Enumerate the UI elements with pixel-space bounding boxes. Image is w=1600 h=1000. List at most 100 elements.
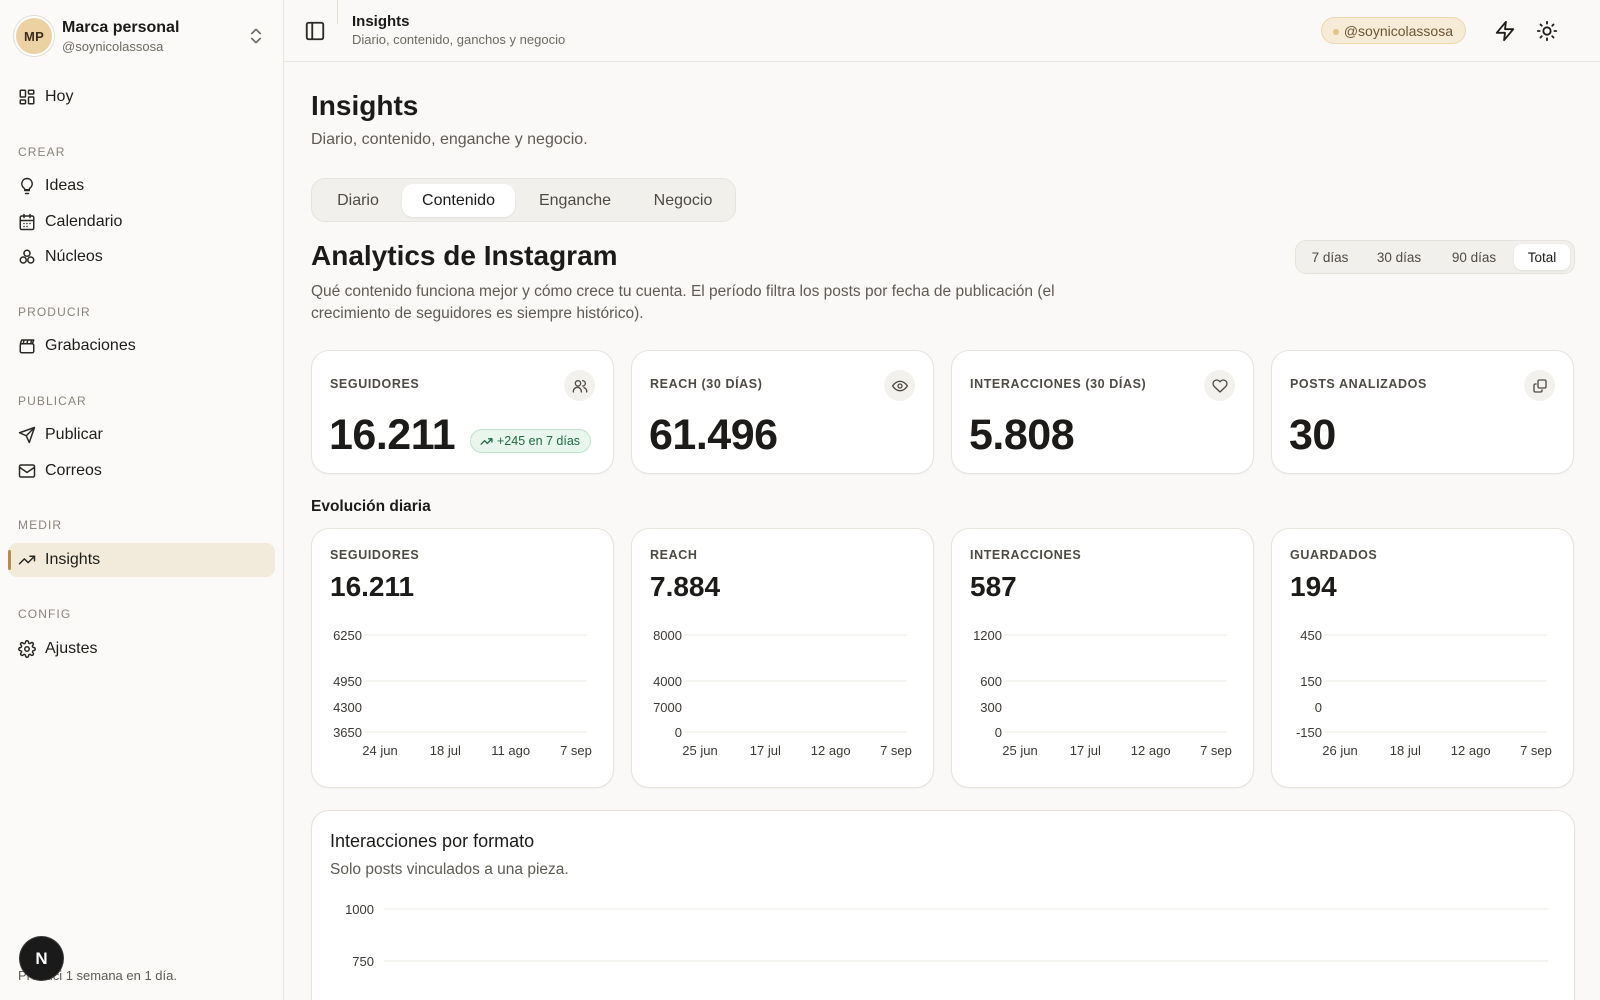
sidebar-item-ideas[interactable]: Ideas [8,169,275,203]
bar-chart-formats: 1000 750 [345,902,1548,969]
kpi-card-interacciones: INTERACCIONES (30 DÍAS) 5.808 [951,350,1254,474]
chart-card-interacciones: INTERACCIONES 587 1200 600 300 0 25 jun 17 ju… [951,528,1254,788]
sidebar-toggle-icon[interactable] [304,20,326,42]
trending-up-icon [480,438,493,445]
format-chart-subtitle: Solo posts vinculados a una pieza. [330,861,569,878]
growth-badge-text: +245 en 7 días [497,434,581,448]
sidebar-item-label: Núcleos [45,248,103,265]
y-tick-label: 4000 [653,674,682,689]
chart-card-guardados: GUARDADOS 194 450 150 0 -150 26 jun 18 jul 12 … [1271,528,1574,788]
chart-card-reach: REACH 7.884 8000 4000 7000 0 25 jun 17 jul 12 … [631,528,934,788]
brand-text: Marca personal @soynicolassosa [62,18,179,55]
line-chart-reach: 8000 4000 7000 025 jun 17 jul 12 ago 7 sep [653,628,912,758]
sidebar-item-hoy[interactable]: Hoy [8,80,275,114]
chart-card-seguidores: SEGUIDORES 16.211 6250 4950 4300 3650 24 jun… [311,528,614,788]
x-tick-label: 7 sep [1520,743,1552,758]
sidebar-item-label: Ajustes [45,640,98,657]
trending-up-icon [18,555,36,565]
topbar-title: Insights [352,13,410,30]
section-label-publicar: PUBLICAR [18,394,87,408]
sidebar-item-label: Publicar [45,426,103,443]
sidebar-item-label: Hoy [45,88,74,105]
chart-value: 194 [1290,571,1337,602]
period-90-days[interactable]: 90 días [1438,244,1510,270]
calendar-icon [19,213,35,231]
chart-label: SEGUIDORES [330,548,420,562]
kpi-label: SEGUIDORES [330,377,420,391]
tab-negocio[interactable]: Negocio [635,184,731,217]
lightbulb-icon [21,177,33,195]
x-tick-label: 18 jul [1390,743,1421,758]
chart-value: 16.211 [330,571,415,602]
sidebar-item-label: Ideas [45,177,85,194]
period-7-days[interactable]: 7 días [1300,244,1360,270]
y-tick-label: -150 [1296,725,1322,740]
x-tick-label: 12 ago [1131,743,1171,758]
sidebar-item-ajustes[interactable]: Ajustes [8,632,275,666]
copy-icon [1524,370,1555,401]
devtools-badge[interactable]: N [20,937,63,980]
y-tick-label: 7000 [653,700,682,715]
y-tick-label: 450 [1300,628,1322,643]
chart-value: 587 [970,571,1017,602]
x-tick-label: 12 ago [811,743,851,758]
chart-value: 7.884 [650,571,721,602]
nodes-icon [19,249,35,264]
kpi-label: REACH (30 DÍAS) [650,377,763,391]
sidebar: MP Marca personal @soynicolassosa Hoy CR… [0,0,284,1000]
sidebar-item-insights[interactable]: Insights [8,543,275,577]
sun-icon[interactable] [1536,20,1558,42]
y-tick-label: 300 [980,700,1002,715]
chart-label: GUARDADOS [1290,548,1378,562]
x-tick-label: 7 sep [560,743,592,758]
section-label-config: CONFIG [18,607,72,621]
bolt-icon[interactable] [1494,20,1516,42]
format-chart-title: Interacciones por formato [330,831,535,851]
tab-enganche[interactable]: Enganche [519,184,631,217]
period-30-days[interactable]: 30 días [1363,244,1435,270]
y-tick-label: 150 [1300,674,1322,689]
users-icon [564,370,595,401]
sidebar-item-nucleos[interactable]: Núcleos [8,240,275,274]
tab-contenido[interactable]: Contenido [402,184,515,217]
sidebar-item-label: Calendario [45,213,123,230]
tab-diario[interactable]: Diario [318,184,398,217]
brand-switcher[interactable]: MP Marca personal @soynicolassosa [14,14,270,58]
format-interactions-card: Interacciones por formato Solo posts vin… [311,810,1575,1000]
sidebar-item-label: Correos [45,462,102,479]
avatar: MP [14,16,54,56]
x-tick-label: 26 jun [1322,743,1357,758]
kpi-card-reach: REACH (30 DÍAS) 61.496 [631,350,934,474]
kpi-card-seguidores: SEGUIDORES 16.211 +245 en 7 días [311,350,614,474]
kpi-value: 5.808 [969,411,1075,459]
sidebar-item-correos[interactable]: Correos [8,454,275,488]
section-title: Analytics de Instagram [311,240,618,271]
period-total[interactable]: Total [1514,244,1570,270]
insights-tabs: Diario Contenido Enganche Negocio [311,178,736,222]
account-handle-pill[interactable]: @soynicolassosa [1320,17,1466,44]
sidebar-item-label: Grabaciones [45,337,136,354]
x-tick-label: 7 sep [880,743,912,758]
section-label-medir: MEDIR [18,518,63,532]
page-subtitle: Diario, contenido, enganche y negocio. [311,131,588,148]
section-label-crear: CREAR [18,145,66,159]
sidebar-item-publicar[interactable]: Publicar [8,418,275,452]
y-tick-label: 600 [980,674,1002,689]
chevron-up-down-icon[interactable] [246,26,266,46]
sidebar-item-grabaciones[interactable]: Grabaciones [8,329,275,363]
dashboard-icon [19,89,35,105]
send-icon [18,426,36,444]
kpi-card-posts: POSTS ANALIZADOS 30 [1271,350,1574,474]
kpi-value: 16.211 [329,411,456,459]
heart-icon [1204,370,1235,401]
x-tick-label: 25 jun [682,743,717,758]
line-chart-interacciones: 1200 600 300 025 jun 17 jul 12 ago 7 sep [973,628,1232,758]
brand-handle: @soynicolassosa [62,38,164,54]
x-tick-label: 24 jun [362,743,397,758]
brand-name: Marca personal [62,18,180,36]
y-tick-label: 1200 [973,628,1002,643]
sidebar-item-calendario[interactable]: Calendario [8,205,275,239]
eye-icon [884,370,915,401]
mail-icon [18,464,36,478]
y-tick-label: 4950 [333,674,362,689]
